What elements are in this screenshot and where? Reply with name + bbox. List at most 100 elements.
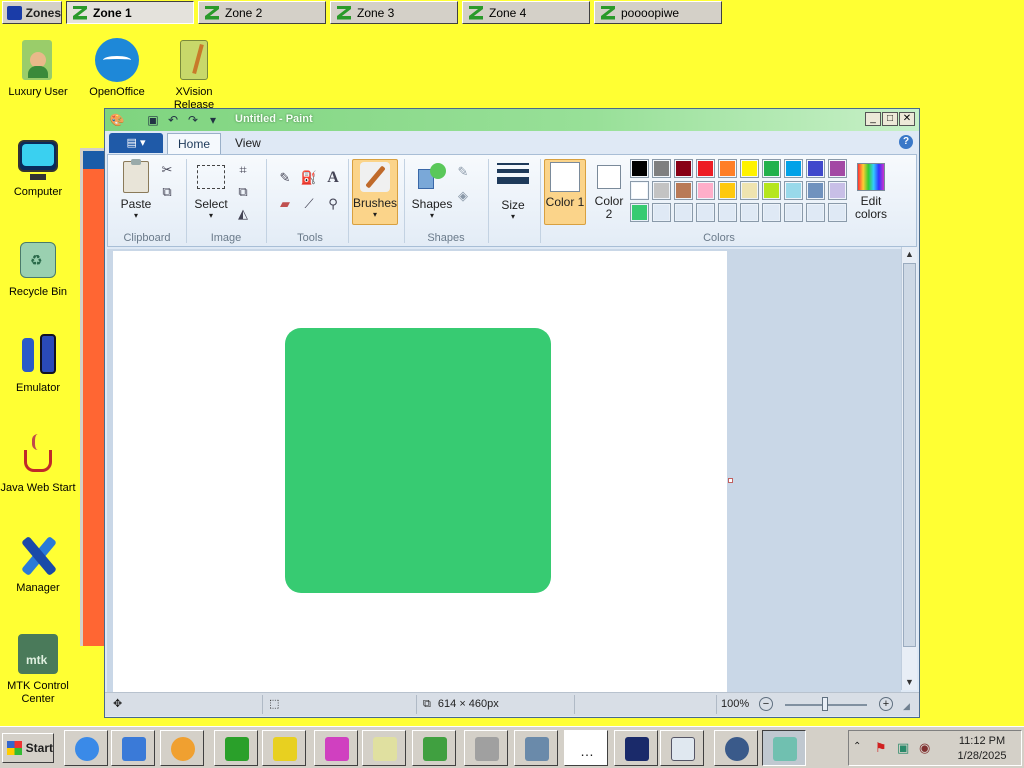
zone-tab-4[interactable]: Zone 4 <box>462 1 590 24</box>
tab-home[interactable]: Home <box>167 133 222 155</box>
clock-date[interactable]: 1/28/2025 <box>949 750 1015 762</box>
magnifier-icon[interactable]: ⚲ <box>322 195 344 217</box>
palette-swatch[interactable] <box>718 203 737 222</box>
desktop-icon-luxury-user[interactable]: Luxury User <box>0 38 76 99</box>
close-button[interactable]: ✕ <box>899 112 915 126</box>
rotate-icon[interactable]: ◭ <box>234 205 252 223</box>
palette-swatch[interactable] <box>784 181 803 200</box>
taskbar-app-spreadsheet[interactable] <box>412 730 456 766</box>
desktop-icon-java-web-start[interactable]: Java Web Start <box>0 434 76 495</box>
zone-tab-poooopiwe[interactable]: poooopiwe <box>594 1 722 24</box>
color2-button[interactable]: Color 2 <box>590 161 628 225</box>
palette-swatch[interactable] <box>806 181 825 200</box>
size-button[interactable]: Size ▾ <box>492 161 534 225</box>
maximize-button[interactable]: □ <box>882 112 898 126</box>
canvas-resize-handle[interactable] <box>728 478 733 483</box>
resize-icon[interactable]: ⧉ <box>234 183 252 201</box>
save-icon[interactable]: ▣ <box>145 112 161 128</box>
shape-fill-icon[interactable]: ◈ <box>454 187 472 205</box>
edit-colors-button[interactable]: Edit colors <box>850 161 892 225</box>
tab-view[interactable]: View <box>225 133 271 155</box>
taskbar-app-blank[interactable]: … <box>564 730 608 766</box>
palette-swatch[interactable] <box>652 181 671 200</box>
palette-swatch[interactable] <box>718 181 737 200</box>
outline-icon[interactable]: ✎ <box>454 163 472 181</box>
customize-quick-access-icon[interactable]: ▾ <box>205 112 221 128</box>
palette-swatch[interactable] <box>740 203 759 222</box>
taskbar-app-pink[interactable] <box>314 730 358 766</box>
palette-swatch[interactable] <box>762 181 781 200</box>
start-button[interactable]: Start <box>2 733 54 763</box>
palette-swatch[interactable] <box>652 159 671 178</box>
copy-icon[interactable]: ⧉ <box>158 183 176 201</box>
zone-tab-3[interactable]: Zone 3 <box>330 1 458 24</box>
desktop-icon-xvision[interactable]: XVision Release <box>156 38 232 112</box>
palette-swatch[interactable] <box>762 159 781 178</box>
palette-swatch[interactable] <box>740 181 759 200</box>
cut-icon[interactable]: ✂ <box>158 161 176 179</box>
network-icon[interactable]: ▣ <box>897 740 909 756</box>
shapes-button[interactable]: Shapes ▾ <box>410 161 454 225</box>
color1-button[interactable]: Color 1 <box>544 159 586 225</box>
taskbar-app-music[interactable] <box>362 730 406 766</box>
select-button[interactable]: Select ▾ <box>192 161 230 225</box>
desktop-icon-mtk-control-center[interactable]: mtk MTK Control Center <box>0 632 76 706</box>
green-rounded-rectangle[interactable] <box>285 328 551 593</box>
show-hidden-icons-chevron-icon[interactable]: ⌃ <box>853 741 861 752</box>
palette-swatch[interactable] <box>674 203 693 222</box>
palette-swatch[interactable] <box>740 159 759 178</box>
canvas-area[interactable] <box>107 249 901 692</box>
redo-icon[interactable]: ↷ <box>185 112 201 128</box>
taskbar-app-printer[interactable] <box>464 730 508 766</box>
taskbar-app-pointer[interactable] <box>614 730 658 766</box>
palette-swatch[interactable] <box>696 159 715 178</box>
desktop-icon-openoffice[interactable]: OpenOffice <box>79 38 155 99</box>
scroll-up-arrow[interactable]: ▲ <box>902 247 917 262</box>
minimize-button[interactable]: _ <box>865 112 881 126</box>
palette-swatch[interactable] <box>762 203 781 222</box>
palette-swatch[interactable] <box>806 203 825 222</box>
brushes-button[interactable]: Brushes ▾ <box>352 159 398 225</box>
palette-swatch[interactable] <box>784 203 803 222</box>
taskbar-app-zones[interactable] <box>214 730 258 766</box>
eraser-icon[interactable]: ▰ <box>274 195 296 217</box>
help-icon[interactable]: ? <box>899 135 913 149</box>
palette-swatch[interactable] <box>630 159 649 178</box>
palette-swatch[interactable] <box>652 203 671 222</box>
volume-icon[interactable]: ◉ <box>919 740 930 756</box>
action-center-flag-icon[interactable]: ⚑ <box>875 740 887 756</box>
palette-swatch[interactable] <box>784 159 803 178</box>
desktop-icon-emulator[interactable]: Emulator <box>0 334 76 395</box>
desktop-icon-computer[interactable]: Computer <box>0 138 76 199</box>
title-bar[interactable]: 🎨 ▣ ↶ ↷ ▾ Untitled - Paint _ □ ✕ <box>105 109 919 131</box>
vertical-scrollbar[interactable]: ▲ ▼ <box>901 247 917 690</box>
taskbar-app-recycle[interactable] <box>762 730 806 766</box>
palette-swatch[interactable] <box>718 159 737 178</box>
zone-tab-1[interactable]: Zone 1 <box>66 1 194 24</box>
clock-time[interactable]: 11:12 PM <box>949 735 1015 747</box>
zoom-out-button[interactable]: − <box>759 697 773 711</box>
palette-swatch[interactable] <box>806 159 825 178</box>
zone-tab-2[interactable]: Zone 2 <box>198 1 326 24</box>
zoom-in-button[interactable]: + <box>879 697 893 711</box>
taskbar-app-media-player[interactable] <box>160 730 204 766</box>
desktop-icon-recycle-bin[interactable]: ♻ Recycle Bin <box>0 238 76 299</box>
palette-swatch[interactable] <box>696 203 715 222</box>
canvas[interactable] <box>113 251 727 692</box>
crop-icon[interactable]: ⌗ <box>234 161 252 179</box>
palette-swatch[interactable] <box>828 159 847 178</box>
color-picker-icon[interactable]: ⟋ <box>298 195 320 217</box>
text-icon[interactable]: A <box>322 169 344 191</box>
taskbar-app-network[interactable] <box>514 730 558 766</box>
taskbar-app-window[interactable] <box>660 730 704 766</box>
palette-swatch[interactable] <box>828 181 847 200</box>
paint-app-icon[interactable]: 🎨 <box>109 112 125 128</box>
scroll-down-arrow[interactable]: ▼ <box>902 675 917 690</box>
palette-swatch[interactable] <box>696 181 715 200</box>
palette-swatch[interactable] <box>630 181 649 200</box>
palette-swatch[interactable] <box>674 181 693 200</box>
pencil-icon[interactable]: ✎ <box>274 169 296 191</box>
taskbar-app-explorer[interactable] <box>111 730 155 766</box>
palette-swatch[interactable] <box>630 203 649 222</box>
desktop-icon-manager[interactable]: Manager <box>0 534 76 595</box>
